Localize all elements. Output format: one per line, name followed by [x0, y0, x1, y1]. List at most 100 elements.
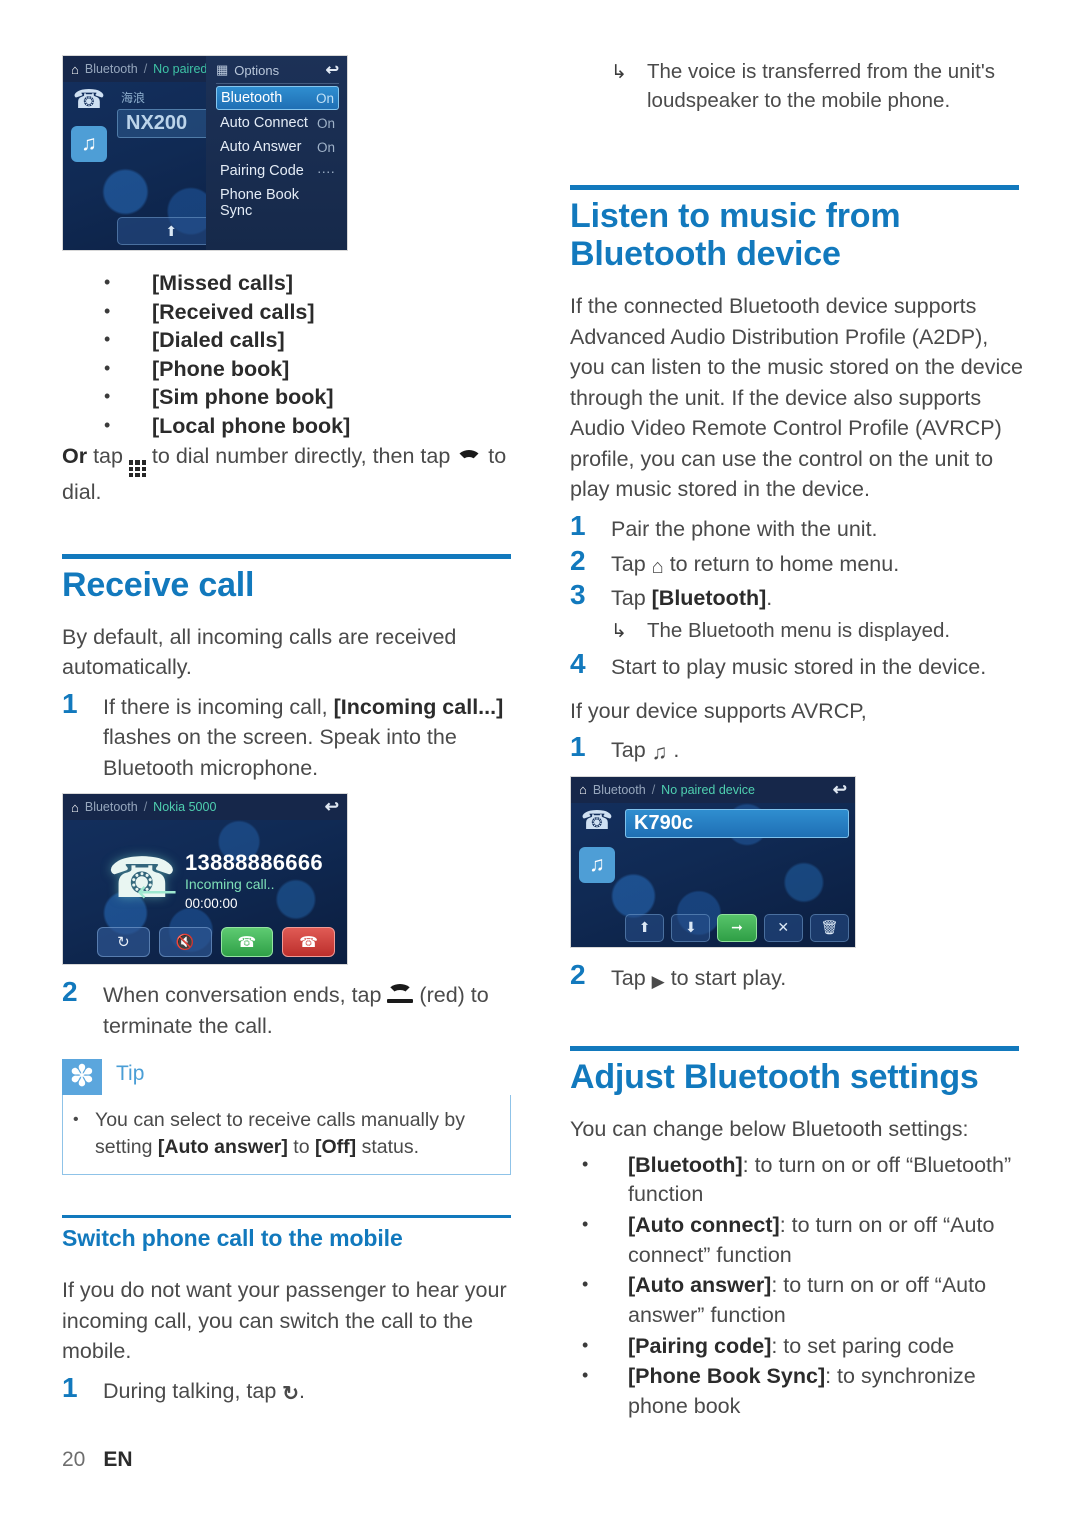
breadcrumb-first: Bluetooth: [84, 62, 138, 76]
call-action-buttons: ↻ 🔇 ☎ ☎: [97, 927, 335, 958]
home-icon: ⌂: [71, 799, 79, 815]
call-log-bullet-list: • [Missed calls] • [Received calls] • [Dial…: [62, 269, 517, 441]
step-text-post: .: [299, 1378, 306, 1403]
result-bluetooth-menu: ↳ The Bluetooth menu is displayed.: [570, 616, 1025, 646]
step-receive-1: 1 If there is incoming call, [Incoming c…: [62, 688, 517, 784]
handset-on-hook-icon: [387, 984, 414, 1005]
device-screenshot-options: ⌂ Bluetooth / No paired device ☎ ♫ 海浪 NX…: [62, 55, 348, 251]
bullet-dot: •: [104, 329, 111, 350]
setting-name: [Auto answer]: [628, 1273, 772, 1298]
step-text: If there is incoming call, [Incoming cal…: [103, 689, 517, 784]
call-timer: 00:00:00: [185, 896, 238, 912]
step-text: When conversation ends, tap (red) to ter…: [103, 977, 517, 1041]
music-note-icon: ♫: [579, 846, 615, 883]
tip-box: ✽ Tip • You can select to receive calls …: [62, 1059, 511, 1176]
tip-list-item: • You can select to receive calls manual…: [73, 1107, 496, 1160]
adjust-settings-intro: You can change below Bluetooth settings:: [570, 1117, 969, 1142]
options-row-label: Pairing Code: [220, 163, 304, 179]
manual-page: ⌂ Bluetooth / No paired device ☎ ♫ 海浪 NX…: [0, 0, 1080, 1526]
device-screenshot-incoming-call: ⌂ Bluetooth / Nokia 5000 ↩ ☎ ⟵ 138888866…: [62, 793, 348, 966]
bullet-dot: •: [582, 1334, 589, 1355]
result-text: The voice is transferred from the unit's…: [647, 60, 995, 113]
back-arrow-icon: ↩: [324, 797, 339, 817]
options-row-auto-answer: Auto Answer On: [216, 136, 339, 158]
list-item-label: [Phone Book Sync]: to synchronize phone …: [628, 1362, 1025, 1421]
listen-music-intro: If the connected Bluetooth device suppor…: [570, 294, 1023, 502]
step-text-post: flashes on the screen. Speak into the Bl…: [103, 725, 457, 780]
setting-name: [Bluetooth]: [628, 1152, 743, 1177]
screen-breadcrumb-bar: ⌂ Bluetooth / No paired device ↩: [571, 776, 855, 803]
step-text-pre: Tap: [611, 738, 652, 763]
switch-audio-icon: ↻: [282, 1382, 300, 1405]
step-text-pre: When conversation ends, tap: [103, 983, 388, 1008]
asterisk-glyph: ✽: [69, 1060, 95, 1094]
options-row-pairing-code: Pairing Code ····: [216, 160, 339, 182]
subsection-title-switch-call: Switch phone call to the mobile: [62, 1225, 403, 1252]
settings-bullet-list: • [Bluetooth]: to turn on or off “Bluetoo…: [570, 1151, 1025, 1422]
switch-call-body: If you do not want your passenger to hea…: [62, 1278, 507, 1364]
tip-text-post: status.: [356, 1135, 420, 1158]
step-text-pre: Tap: [611, 586, 652, 611]
step-number: 4: [570, 648, 586, 680]
result-voice-transfer: ↳ The voice is transferred from the unit…: [570, 57, 1025, 115]
bullet-dot: •: [104, 386, 111, 407]
left-column: ⌂ Bluetooth / No paired device ☎ ♫ 海浪 NX…: [62, 55, 517, 1407]
keypad-icon: [128, 460, 146, 478]
options-row-label: Auto Answer: [220, 139, 302, 155]
screen-sidebar: ☎ ♫: [67, 86, 111, 162]
step-text: Tap ♫ .: [611, 732, 1025, 766]
options-row-label: Bluetooth: [221, 90, 283, 106]
options-row-auto-connect: Auto Connect On: [216, 112, 339, 134]
handset-off-hook-icon: [456, 449, 483, 464]
bullet-dot: •: [104, 300, 111, 321]
step-avrcp-1: 1 Tap ♫ .: [570, 731, 1025, 766]
subsection-rule: [62, 1215, 511, 1219]
breadcrumb-separator: /: [651, 782, 656, 797]
step-text-pre: During talking, tap: [103, 1378, 283, 1403]
tip-label: Tip: [116, 1062, 145, 1086]
breadcrumb-first: Bluetooth: [84, 800, 138, 815]
screen-breadcrumb-bar: ⌂ Bluetooth / Nokia 5000 ↩: [63, 794, 347, 821]
list-item: • [Phone Book Sync]: to synchronize phone…: [570, 1362, 1025, 1421]
step-number: 2: [62, 976, 78, 1008]
list-item: • [Dialed calls]: [62, 326, 517, 355]
step-text-pre: If there is incoming call,: [103, 694, 334, 719]
result-arrow-icon: ↳: [611, 620, 627, 642]
options-row-label: Auto Connect: [220, 115, 308, 131]
bullet-dot: •: [582, 1274, 589, 1295]
list-item-label: [Auto answer]: to turn on or off “Auto a…: [628, 1271, 1025, 1330]
list-item-label: [Phone book]: [152, 356, 290, 381]
breadcrumb-separator: /: [143, 800, 148, 815]
section-rule: [62, 553, 511, 559]
options-row-value: On: [316, 139, 335, 155]
options-panel: ▦ Options ↩ Bluetooth On Auto Connect On…: [206, 56, 347, 250]
switch-icon: ↻: [97, 927, 150, 958]
options-row-label: Phone Book Sync: [220, 187, 300, 219]
step-receive-2: 2 When conversation ends, tap (red) to t…: [62, 977, 517, 1041]
up-arrow-icon: ⬆: [625, 913, 665, 942]
step-text: Pair the phone with the unit.: [611, 516, 878, 541]
list-item: • [Phone book]: [62, 355, 517, 384]
music-note-icon: ♫: [71, 126, 107, 162]
asterisk-icon: ✽: [62, 1059, 102, 1096]
down-arrow-icon: ⬇: [671, 913, 711, 942]
bullet-dot: •: [582, 1365, 589, 1386]
list-item: • [Sim phone book]: [62, 383, 517, 412]
list-item-label: [Missed calls]: [152, 271, 293, 295]
step-number: 1: [62, 1371, 78, 1403]
breadcrumb-second: No paired device: [661, 782, 755, 797]
options-title: Options: [234, 62, 280, 78]
bullet-dot: •: [104, 357, 111, 378]
step-avrcp-2: 2 Tap ▶ to start play.: [570, 959, 1025, 994]
avrcp-heading: If your device supports AVRCP,: [570, 698, 867, 723]
home-icon: ⌂: [579, 782, 587, 798]
list-item: • [Missed calls]: [62, 269, 517, 298]
device-list-item: K790c: [625, 808, 849, 838]
result-text: The Bluetooth menu is displayed.: [647, 618, 951, 642]
list-item: • [Bluetooth]: to turn on or off “Bluetoo…: [570, 1151, 1025, 1210]
options-row-bluetooth: Bluetooth On: [216, 86, 339, 110]
setting-name: [Auto connect]: [628, 1213, 780, 1238]
list-item-label: [Sim phone book]: [152, 385, 334, 410]
phone-icon: ☎: [72, 84, 106, 114]
breadcrumb-separator: /: [143, 62, 148, 76]
